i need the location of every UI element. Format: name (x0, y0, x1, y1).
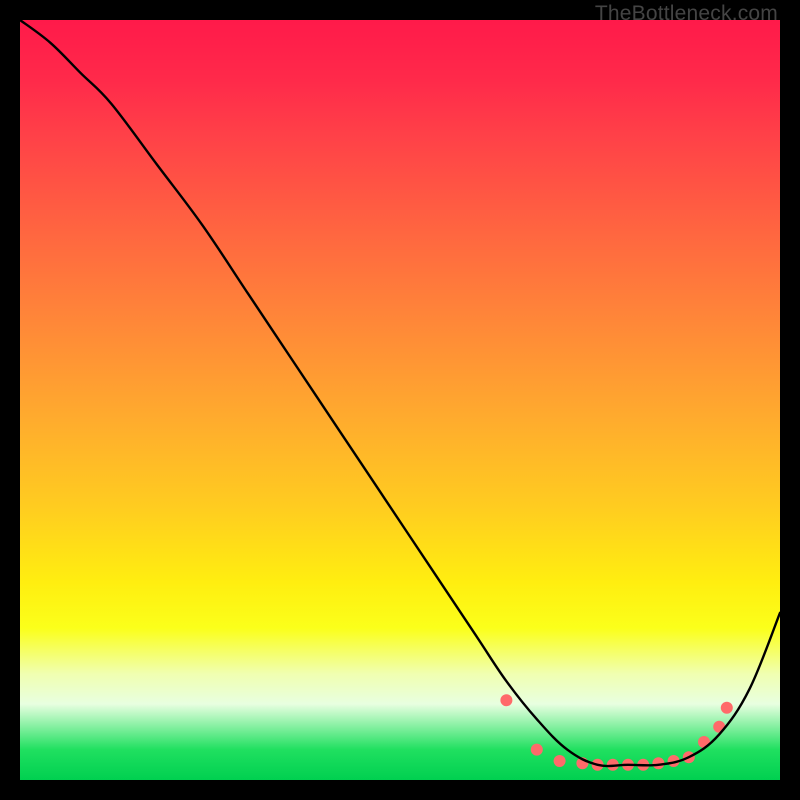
watermark-text: TheBottleneck.com (595, 2, 778, 26)
data-marker (531, 744, 543, 756)
bottleneck-curve (20, 20, 780, 766)
chart-overlay (20, 20, 780, 780)
data-marker (554, 755, 566, 767)
marker-layer (500, 694, 732, 771)
data-marker (500, 694, 512, 706)
data-marker (721, 702, 733, 714)
